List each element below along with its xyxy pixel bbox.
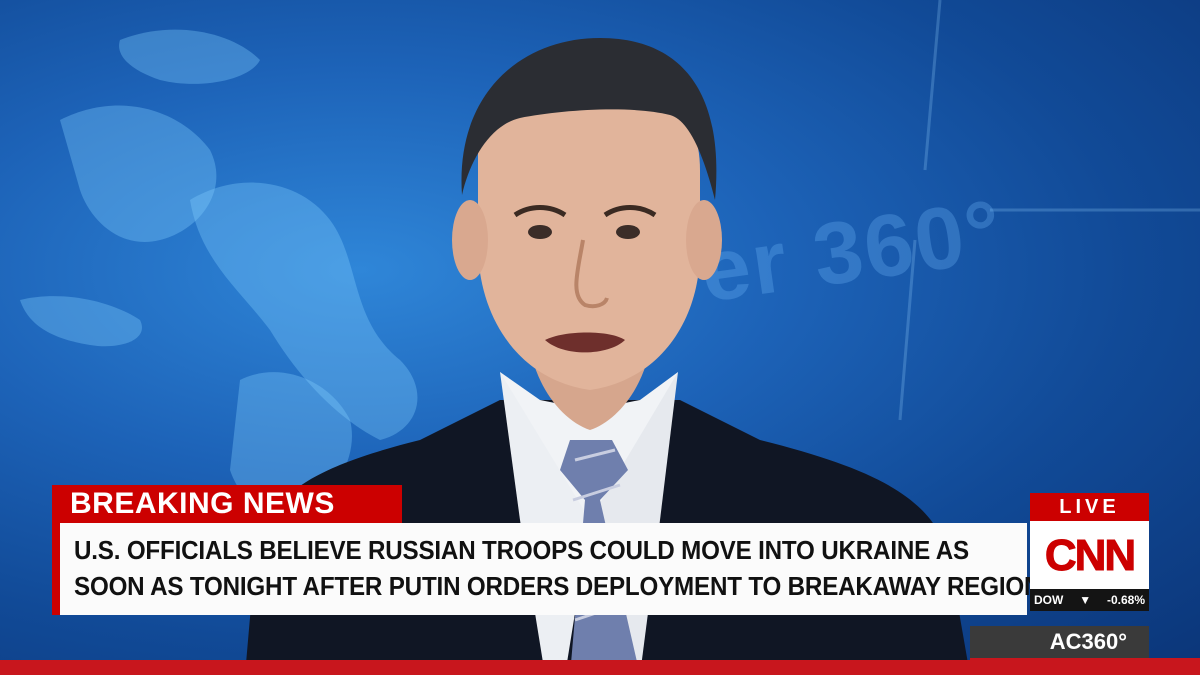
live-badge: LIVE	[1030, 493, 1149, 521]
network-bug: LIVE CNN DOW ▼ -0.68%	[1030, 493, 1149, 611]
cnn-logo: CNN	[1030, 521, 1149, 589]
ticker-change: -0.68%	[1106, 593, 1145, 607]
broadcast-frame: er 360° BREAKING NEWS U.S. OFFICIALS BEL…	[0, 0, 1200, 675]
headline-box: U.S. OFFICIALS BELIEVE RUSSIAN TROOPS CO…	[52, 523, 1058, 615]
headline-line-2: SOON AS TONIGHT AFTER PUTIN ORDERS DEPLO…	[74, 571, 1058, 601]
headline-line-1: U.S. OFFICIALS BELIEVE RUSSIAN TROOPS CO…	[74, 535, 969, 565]
dow-ticker: DOW ▼ -0.68%	[1030, 589, 1149, 611]
cnn-logo-text: CNN	[1044, 531, 1136, 581]
ticker-index: DOW	[1034, 593, 1064, 607]
show-tag-accent	[970, 658, 1200, 675]
show-name-tag: AC360°	[970, 626, 1149, 658]
breaking-news-label: BREAKING NEWS	[52, 485, 402, 523]
down-triangle-icon: ▼	[1079, 593, 1092, 607]
